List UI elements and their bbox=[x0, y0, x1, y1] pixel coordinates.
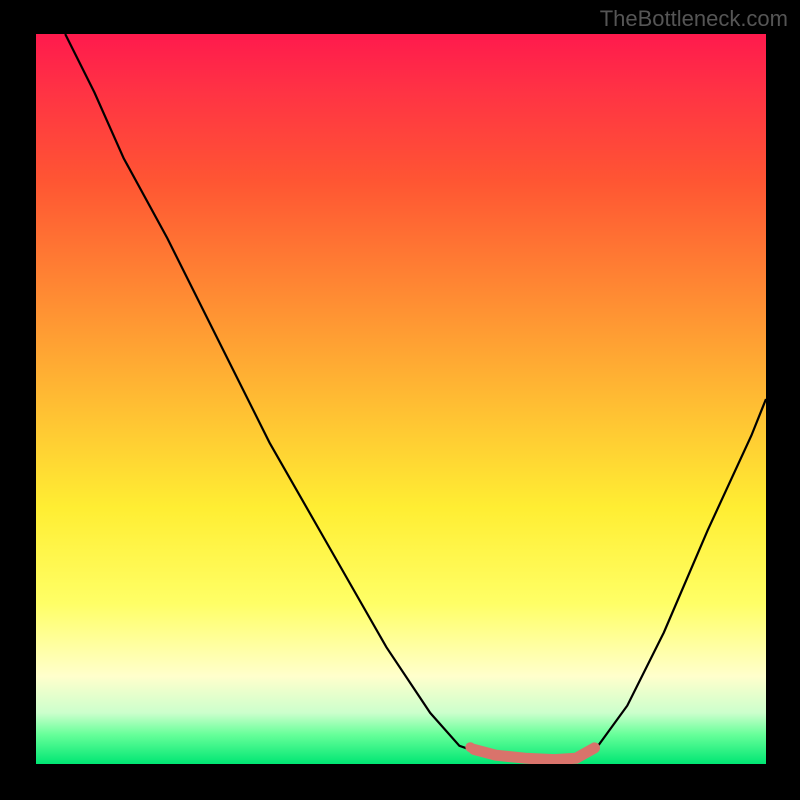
watermark-text: TheBottleneck.com bbox=[600, 6, 788, 32]
bottleneck-curve bbox=[65, 34, 766, 760]
chart-container: TheBottleneck.com bbox=[0, 0, 800, 800]
plot-area bbox=[36, 34, 766, 764]
highlight-region bbox=[474, 748, 595, 760]
curve-marker bbox=[465, 742, 475, 752]
curve-svg bbox=[36, 34, 766, 764]
